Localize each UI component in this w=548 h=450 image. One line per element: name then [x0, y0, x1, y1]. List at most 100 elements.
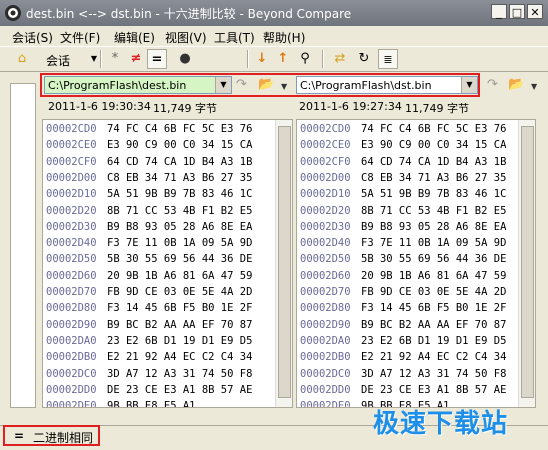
hex-address: 00002DD0 [300, 383, 351, 396]
hex-bytes: B9 BC B2 AA AA EF 70 87 [107, 318, 253, 331]
equal-icon[interactable]: = [147, 49, 167, 69]
minimize-button[interactable]: _ [491, 4, 507, 19]
hex-address: 00002D40 [46, 237, 97, 250]
hex-address: 00002DC0 [46, 367, 97, 380]
hex-address: 00002D30 [300, 220, 351, 233]
session-label[interactable]: 会话 [46, 52, 70, 69]
hex-address: 00002DE0 [46, 400, 97, 408]
close-button[interactable]: ✕ [527, 4, 543, 19]
status-text: 二进制相同 [33, 431, 94, 445]
left-hex-pane[interactable]: 00002CD0 74 FC C4 6B FC 5C E3 76 00002CE0 E… [42, 119, 293, 408]
hex-address: 00002DD0 [46, 383, 97, 396]
hex-bytes: 64 CD 74 CA 1D B4 A3 1B [361, 155, 507, 168]
menu-view[interactable]: 视图(V) [165, 29, 207, 46]
hex-bytes: F3 7E 11 0B 1A 09 5A 9D [107, 237, 253, 250]
hex-address: 00002D70 [300, 286, 351, 298]
hex-bytes: FB 9D CE 03 0E 5E 4A 2D [361, 286, 507, 298]
hex-address: 00002CE0 [46, 139, 97, 152]
window-title: dest.bin <--> dst.bin - 十六进制比较 - Beyond … [26, 7, 352, 21]
hex-address: 00002D60 [300, 269, 351, 282]
hex-bytes: 74 FC C4 6B FC 5C E3 76 [361, 123, 507, 135]
hex-address: 00002CD0 [300, 123, 351, 135]
home-icon[interactable]: ⌂ [12, 49, 32, 69]
hex-bytes: E2 21 92 A4 EC C2 C4 34 [361, 351, 507, 364]
details-icon[interactable]: ≣ [378, 49, 398, 69]
hex-bytes: B9 B8 93 05 28 A6 8E EA [107, 220, 253, 233]
left-scroll-thumb[interactable] [278, 126, 291, 398]
not-equal-icon[interactable]: ≠ [126, 49, 146, 69]
hex-bytes: E3 90 C9 00 C0 34 15 CA [361, 139, 507, 152]
hex-address: 00002D30 [46, 220, 97, 233]
hex-address: 00002D50 [46, 253, 97, 266]
all-differences-icon[interactable]: * [105, 49, 125, 69]
right-scrollbar[interactable] [518, 120, 535, 407]
right-folder-dropdown-icon[interactable]: ▼ [531, 82, 537, 91]
hex-address: 00002DA0 [300, 334, 351, 347]
prev-difference-icon[interactable]: ↑ [273, 49, 293, 69]
toolbar-separator [100, 50, 102, 68]
right-hex-pane[interactable]: 00002CD0 74 FC C4 6B FC 5C E3 76 00002CE0 E… [296, 119, 536, 408]
hex-address: 00002D10 [46, 188, 97, 201]
watermark-bottom: 极速下载站 [373, 409, 509, 439]
swap-icon[interactable]: ⇄ [330, 49, 350, 69]
right-refresh-icon[interactable]: ↷ [487, 77, 498, 92]
hex-bytes: F3 14 45 6B F5 B0 1E 2F [361, 302, 507, 315]
menu-help[interactable]: 帮助(H) [263, 29, 305, 46]
hex-address: 00002D50 [300, 253, 351, 266]
hex-bytes: F3 7E 11 0B 1A 09 5A 9D [361, 237, 507, 250]
hex-address: 00002D00 [46, 171, 97, 184]
menu-edit[interactable]: 编辑(E) [114, 29, 155, 46]
menu-session[interactable]: 会话(S) [12, 29, 53, 46]
hex-address: 00002CF0 [46, 155, 97, 168]
hex-address: 00002DA0 [46, 334, 97, 347]
right-folder-icon[interactable]: 📂 [508, 77, 524, 92]
menu-tools[interactable]: 工具(T) [214, 29, 255, 46]
menu-file[interactable]: 文件(F) [60, 29, 100, 46]
app-window: dest.bin <--> dst.bin - 十六进制比较 - Beyond … [0, 0, 548, 450]
right-size: 11,749 字节 [405, 102, 469, 115]
hex-bytes: 8B 71 CC 53 4B F1 B2 E5 [361, 204, 507, 217]
left-size: 11,749 字节 [153, 102, 217, 115]
hex-address: 00002D20 [300, 204, 351, 217]
hex-address: 00002D00 [300, 171, 351, 184]
hex-address: 00002D20 [46, 204, 97, 217]
hex-address: 00002DB0 [300, 351, 351, 364]
hex-bytes: DE 23 CE E3 A1 8B 57 AE [107, 383, 253, 396]
menu-bar: 会话(S) 文件(F) 编辑(E) 视图(V) 工具(T) 帮助(H) [0, 26, 548, 46]
hex-address: 00002D60 [46, 269, 97, 282]
hex-bytes: B9 BC B2 AA AA EF 70 87 [361, 318, 507, 331]
hex-address: 00002D90 [46, 318, 97, 331]
toolbar: ⌂ 会话 ▼ * ≠ = ● ↓ ↑ ⚲ ⇄ ↻ ≣ [0, 46, 548, 72]
hex-address: 00002D40 [300, 237, 351, 250]
hex-address: 00002D90 [300, 318, 351, 331]
title-bar: dest.bin <--> dst.bin - 十六进制比较 - Beyond … [0, 0, 548, 26]
hex-address: 00002DC0 [300, 367, 351, 380]
hex-bytes: DE 23 CE E3 A1 8B 57 AE [361, 383, 507, 396]
hex-address: 00002D80 [46, 302, 97, 315]
hex-bytes: 23 E2 6B D1 19 D1 E9 D5 [361, 334, 507, 347]
hex-bytes: FB 9D CE 03 0E 5E 4A 2D [107, 286, 253, 298]
hex-address: 00002CF0 [300, 155, 351, 168]
hex-bytes: 20 9B 1B A6 81 6A 47 59 [361, 269, 507, 282]
hex-bytes: 3D A7 12 A3 31 74 50 F8 [361, 367, 507, 380]
hex-bytes: 5A 51 9B B9 7B 83 46 1C [361, 188, 507, 201]
hex-bytes: C8 EB 34 71 A3 B6 27 35 [361, 171, 507, 184]
hex-bytes: 74 FC C4 6B FC 5C E3 76 [107, 123, 253, 135]
hex-address: 00002D70 [46, 286, 97, 298]
left-date: 2011-1-6 19:30:34 [48, 100, 151, 113]
hex-bytes: 3D A7 12 A3 31 74 50 F8 [107, 367, 253, 380]
maximize-button[interactable]: □ [509, 4, 525, 19]
rules-icon[interactable]: ● [175, 49, 195, 69]
hex-bytes: 5B 30 55 69 56 44 36 DE [107, 253, 253, 266]
hex-address: 00002DB0 [46, 351, 97, 364]
equal-status-icon: = [14, 429, 25, 443]
hex-bytes: 5A 51 9B B9 7B 83 46 1C [107, 188, 253, 201]
find-icon[interactable]: ⚲ [295, 49, 315, 69]
right-scroll-thumb[interactable] [521, 126, 534, 398]
left-scrollbar[interactable] [275, 120, 292, 407]
hex-bytes: 8B 71 CC 53 4B F1 B2 E5 [107, 204, 253, 217]
path-bar-highlight [40, 73, 480, 97]
overview-gutter[interactable] [10, 83, 36, 408]
next-difference-icon[interactable]: ↓ [252, 49, 272, 69]
refresh-icon[interactable]: ↻ [354, 49, 374, 69]
